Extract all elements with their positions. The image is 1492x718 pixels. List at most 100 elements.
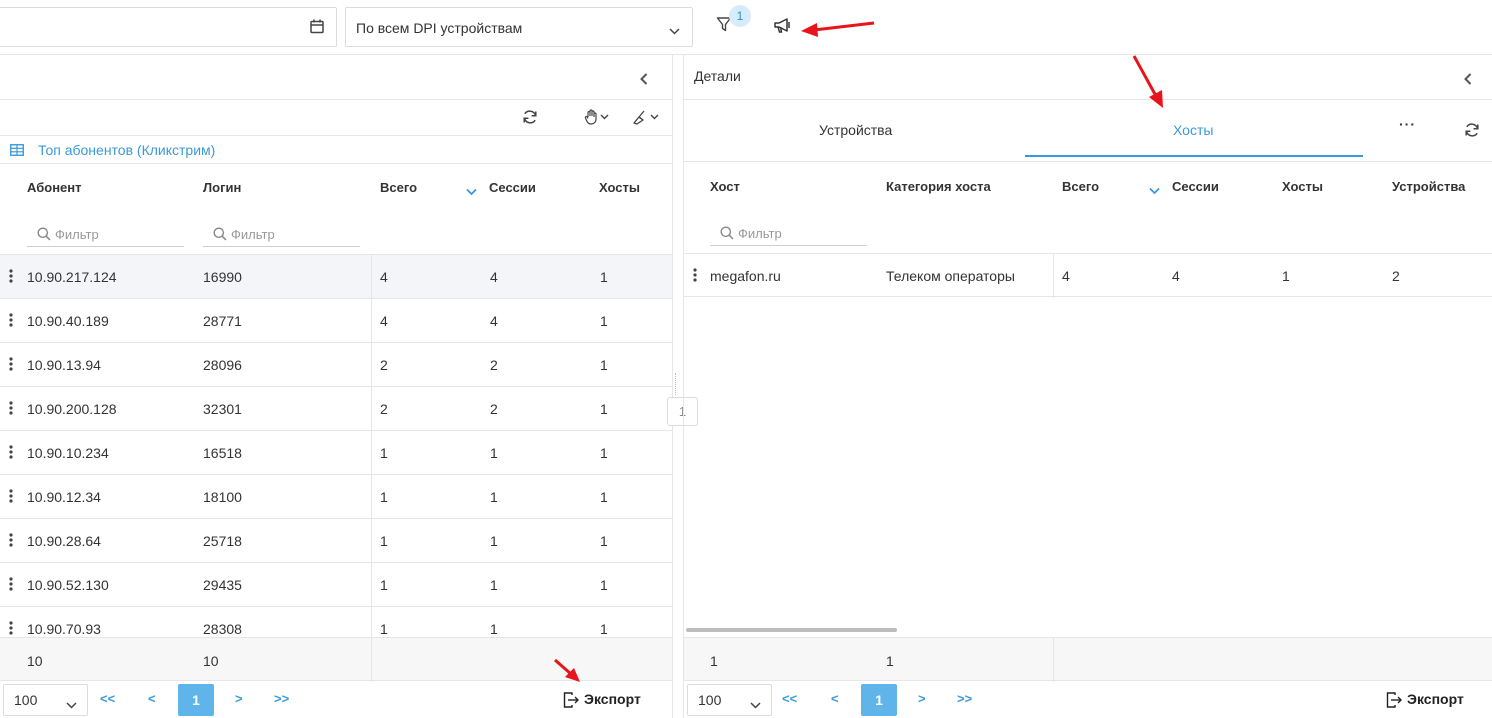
refresh-icon[interactable] <box>1464 122 1480 141</box>
last-page-button[interactable]: >> <box>957 691 972 706</box>
right-panel-header: Детали <box>684 55 1492 100</box>
row-menu-icon[interactable] <box>693 268 697 285</box>
cell-total: 2 <box>380 401 388 417</box>
date-range-input[interactable] <box>0 7 337 47</box>
search-icon <box>37 227 51 244</box>
column-header-sessions[interactable]: Сессии <box>489 180 536 195</box>
cell-sessions: 1 <box>490 577 498 593</box>
table-row[interactable]: 10.90.28.64 25718 1 1 1 <box>0 519 672 563</box>
host-filter-input[interactable]: Фильтр <box>710 222 867 246</box>
megaphone-icon[interactable] <box>773 17 792 37</box>
sort-desc-icon[interactable] <box>466 183 477 199</box>
row-menu-icon[interactable] <box>9 401 13 418</box>
footer-count-login: 10 <box>203 653 219 669</box>
collapse-right-panel-icon[interactable] <box>1464 72 1472 88</box>
dpi-device-select[interactable]: По всем DPI устройствам <box>345 7 693 47</box>
page-size-select[interactable]: 100 <box>687 684 772 716</box>
cell-subscriber: 10.90.28.64 <box>27 533 101 549</box>
tab-devices[interactable]: Устройства <box>819 122 892 138</box>
table-row[interactable]: 10.90.217.124 16990 4 4 1 <box>0 255 672 299</box>
current-page-button[interactable]: 1 <box>861 684 897 716</box>
cell-login: 18100 <box>203 489 242 505</box>
column-header-total[interactable]: Всего <box>1062 179 1099 194</box>
table-grid-icon <box>10 143 24 159</box>
more-tabs-button[interactable]: ··· <box>1399 116 1416 132</box>
table-row[interactable]: 10.90.10.234 16518 1 1 1 <box>0 431 672 475</box>
hand-pan-icon[interactable] <box>584 109 612 129</box>
first-page-button[interactable]: << <box>782 691 797 706</box>
collapse-left-panel-icon[interactable] <box>640 72 648 88</box>
hosts-table-body: megafon.ru Телеком операторы 4 4 1 2 <box>684 253 1492 298</box>
cell-devices: 2 <box>1392 268 1400 284</box>
left-panel-header <box>0 55 672 100</box>
export-icon <box>1386 692 1402 708</box>
page-size-value: 100 <box>698 692 722 708</box>
export-label: Экспорт <box>1407 691 1464 707</box>
broom-clear-icon[interactable] <box>632 109 662 129</box>
row-menu-icon[interactable] <box>9 577 13 594</box>
column-header-hosts[interactable]: Хосты <box>599 180 640 195</box>
column-header-hosts[interactable]: Хосты <box>1282 179 1323 194</box>
column-header-sessions[interactable]: Сессии <box>1172 179 1219 194</box>
subscribers-table-body: 10.90.217.124 16990 4 4 1 10.90.40.189 28771 4 4… <box>0 254 672 637</box>
column-header-total[interactable]: Всего <box>380 180 417 195</box>
splitter-grip[interactable] <box>675 373 678 395</box>
horizontal-scrollbar[interactable] <box>686 628 897 632</box>
row-menu-icon[interactable] <box>9 489 13 506</box>
cell-hosts: 1 <box>600 577 608 593</box>
cell-subscriber: 10.90.200.128 <box>27 401 117 417</box>
table-row[interactable]: 10.90.40.189 28771 4 4 1 <box>0 299 672 343</box>
tab-hosts[interactable]: Хосты <box>1173 122 1213 138</box>
table-row[interactable]: megafon.ru Телеком операторы 4 4 1 2 <box>684 253 1492 298</box>
column-header-login[interactable]: Логин <box>203 180 241 195</box>
export-button[interactable]: Экспорт <box>1386 691 1476 709</box>
column-header-host[interactable]: Хост <box>710 179 740 194</box>
search-icon <box>213 227 227 244</box>
prev-page-button[interactable]: < <box>148 691 156 706</box>
filter-placeholder: Фильтр <box>55 227 99 242</box>
column-header-devices[interactable]: Устройства <box>1392 179 1465 194</box>
table-row[interactable]: 10.90.70.93 28308 1 1 1 <box>0 607 672 637</box>
refresh-icon[interactable] <box>522 109 538 128</box>
page-size-value: 100 <box>14 692 38 708</box>
table-row[interactable]: 10.90.12.34 18100 1 1 1 <box>0 475 672 519</box>
footer-count-host: 1 <box>710 653 718 669</box>
cell-sessions: 4 <box>490 269 498 285</box>
sort-desc-icon[interactable] <box>1149 182 1160 198</box>
last-page-button[interactable]: >> <box>274 691 289 706</box>
cell-hosts: 1 <box>600 357 608 373</box>
grid-title[interactable]: Топ абонентов (Кликстрим) <box>38 142 215 158</box>
next-page-button[interactable]: > <box>918 691 926 706</box>
cell-hosts: 1 <box>600 621 608 637</box>
cell-sessions: 4 <box>490 313 498 329</box>
cell-subscriber: 10.90.52.130 <box>27 577 109 593</box>
next-page-button[interactable]: > <box>235 691 243 706</box>
row-menu-icon[interactable] <box>9 445 13 462</box>
row-menu-icon[interactable] <box>9 269 13 286</box>
current-page-button[interactable]: 1 <box>178 684 214 716</box>
table-row[interactable]: 10.90.13.94 28096 2 2 1 <box>0 343 672 387</box>
table-row[interactable]: 10.90.52.130 29435 1 1 1 <box>0 563 672 607</box>
cell-hosts: 1 <box>600 401 608 417</box>
export-button[interactable]: Экспорт <box>563 691 653 709</box>
row-menu-icon[interactable] <box>9 533 13 550</box>
page-size-select[interactable]: 100 <box>3 684 88 716</box>
cell-hosts: 1 <box>1282 268 1290 284</box>
column-header-host-category[interactable]: Категория хоста <box>886 179 991 194</box>
footer-count-subscriber: 10 <box>27 653 43 669</box>
row-menu-icon[interactable] <box>9 313 13 330</box>
cell-hosts: 1 <box>600 313 608 329</box>
column-header-subscriber[interactable]: Абонент <box>27 180 82 195</box>
row-menu-icon[interactable] <box>9 357 13 374</box>
left-pager: 100 << < 1 > >> Экспорт <box>0 682 672 718</box>
table-row[interactable]: 10.90.200.128 32301 2 2 1 <box>0 387 672 431</box>
first-page-button[interactable]: << <box>100 691 115 706</box>
row-menu-icon[interactable] <box>9 621 13 637</box>
login-filter-input[interactable]: Фильтр <box>203 223 360 247</box>
dpi-device-select-value: По всем DPI устройствам <box>356 20 523 36</box>
calendar-icon[interactable] <box>310 19 324 37</box>
footer-divider <box>371 638 372 682</box>
subscriber-filter-input[interactable]: Фильтр <box>27 223 184 247</box>
prev-page-button[interactable]: < <box>831 691 839 706</box>
cell-sessions: 1 <box>490 489 498 505</box>
